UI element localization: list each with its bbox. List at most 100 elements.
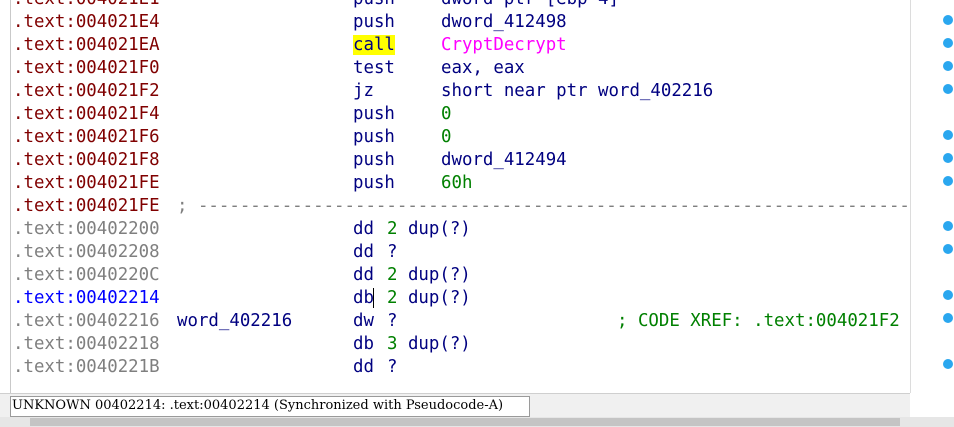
operands[interactable]: dword_412498 xyxy=(441,11,567,34)
mnemonic[interactable]: push xyxy=(353,11,395,34)
separator-comment: ; --------------------------------------… xyxy=(177,196,910,216)
text-cursor xyxy=(372,288,374,308)
mnemonic[interactable]: push xyxy=(353,103,395,126)
circle-dot-icon[interactable] xyxy=(943,130,953,140)
operands[interactable]: dword_412494 xyxy=(441,149,567,172)
mnemonic[interactable]: db xyxy=(353,333,374,356)
circle-dot-icon[interactable] xyxy=(943,84,953,94)
mnemonic[interactable]: push xyxy=(353,126,395,149)
operands[interactable]: ? xyxy=(387,310,397,333)
operand-token: 2 xyxy=(387,219,398,239)
operand-token: eax, eax xyxy=(441,58,525,78)
address-label[interactable]: .text:0040220C xyxy=(13,264,160,287)
address-label[interactable]: .text:004021F8 xyxy=(13,149,160,172)
address-label[interactable]: .text:004021F4 xyxy=(13,103,160,126)
circle-dot-icon[interactable] xyxy=(943,313,953,323)
address-label[interactable]: .text:0040221B xyxy=(13,356,160,379)
mnemonic[interactable]: test xyxy=(353,57,395,80)
mnemonic-text: dw xyxy=(353,311,374,331)
operands[interactable]: eax, eax xyxy=(441,57,525,80)
address-label[interactable]: .text:004021F0 xyxy=(13,57,160,80)
operand-token: dword ptr [ebp-4] xyxy=(441,0,619,9)
circle-dot-icon[interactable] xyxy=(943,221,953,231)
operands[interactable]: 2 dup(?) xyxy=(387,218,471,241)
operands[interactable]: 60h xyxy=(441,172,472,195)
circle-dot-icon[interactable] xyxy=(943,176,953,186)
mnemonic[interactable]: jz xyxy=(353,80,374,103)
mnemonic[interactable]: dd xyxy=(353,241,374,264)
mnemonic[interactable]: dd xyxy=(353,218,374,241)
operand-token: CryptDecrypt xyxy=(441,35,567,55)
mnemonic[interactable]: db xyxy=(353,287,374,310)
operand-token: dup(?) xyxy=(397,265,471,285)
address-label[interactable]: .text:004021EA xyxy=(13,34,160,57)
operand-token: 0 xyxy=(441,104,452,124)
circle-dot-icon[interactable] xyxy=(943,359,953,369)
circle-dot-icon[interactable] xyxy=(943,244,953,254)
circle-dot-icon[interactable] xyxy=(943,61,953,71)
mnemonic[interactable]: push xyxy=(353,0,395,11)
address-label[interactable]: .text:00402218 xyxy=(13,333,160,356)
operands[interactable]: 0 xyxy=(441,103,451,126)
status-text: UNKNOWN 00402214: .text:00402214 (Synchr… xyxy=(12,398,504,413)
operands[interactable]: 3 dup(?) xyxy=(387,333,471,356)
mnemonic-text: push xyxy=(353,104,395,124)
operand-token: dup(?) xyxy=(397,334,471,354)
address-label[interactable]: .text:00402208 xyxy=(13,241,160,264)
mnemonic[interactable]: push xyxy=(353,149,395,172)
xref-comment[interactable]: ; CODE XREF: .text:004021F2 xyxy=(617,310,900,333)
mnemonic-text: push xyxy=(353,173,395,193)
mnemonic-text: dd xyxy=(353,219,374,239)
operand-token: 2 xyxy=(387,265,398,285)
mnemonic-text: dd xyxy=(353,242,374,262)
mnemonic-text: push xyxy=(353,0,395,9)
status-bar: UNKNOWN 00402214: .text:00402214 (Synchr… xyxy=(0,393,910,418)
mnemonic[interactable]: call xyxy=(353,34,395,57)
mnemonic[interactable]: dw xyxy=(353,310,374,333)
mnemonic-text: push xyxy=(353,12,395,32)
mnemonic-text: db xyxy=(353,334,374,354)
mnemonic[interactable]: push xyxy=(353,172,395,195)
circle-dot-icon[interactable] xyxy=(943,15,953,25)
operand-token: ? xyxy=(387,311,398,331)
operands[interactable]: CryptDecrypt xyxy=(441,34,567,57)
mnemonic-text: call xyxy=(353,35,395,55)
operands[interactable]: short near ptr word_402216 xyxy=(441,80,713,103)
address-label[interactable]: .text:00402214 xyxy=(13,287,160,310)
operands[interactable]: ? xyxy=(387,241,397,264)
operands[interactable]: dword ptr [ebp-4] xyxy=(441,0,619,11)
mnemonic[interactable]: dd xyxy=(353,356,374,379)
graph-overview-strip[interactable] xyxy=(910,0,954,393)
mnemonic-text: dd xyxy=(353,265,374,285)
address-label[interactable]: .text:004021E4 xyxy=(13,11,160,34)
operands[interactable]: ? xyxy=(387,356,397,379)
operand-token: dword_412494 xyxy=(441,150,567,170)
mnemonic[interactable]: dd xyxy=(353,264,374,287)
operands[interactable]: 2 dup(?) xyxy=(387,287,471,310)
address-label[interactable]: .text:004021FE xyxy=(13,195,160,218)
operand-token: ? xyxy=(387,357,398,377)
operand-token: dup(?) xyxy=(397,288,471,308)
address-label[interactable]: .text:004021F6 xyxy=(13,126,160,149)
operands[interactable]: 0 xyxy=(441,126,451,149)
scrollbar-thumb[interactable] xyxy=(30,418,900,426)
operands[interactable]: 2 dup(?) xyxy=(387,264,471,287)
disassembly-view[interactable]: .text:004021E1 push dword ptr [ebp-4] .text… xyxy=(0,0,910,393)
address-label[interactable]: .text:004021F2 xyxy=(13,80,160,103)
horizontal-scrollbar[interactable] xyxy=(0,417,954,427)
operand-token: 0 xyxy=(441,127,452,147)
address-label[interactable]: .text:00402200 xyxy=(13,218,160,241)
address-label[interactable]: .text:00402216 xyxy=(13,310,160,333)
symbol-label[interactable]: word_402216 xyxy=(177,310,292,333)
operand-token: 2 xyxy=(387,288,398,308)
operand-token: short near ptr word_402216 xyxy=(441,81,714,101)
operand-token: 60h xyxy=(441,173,473,193)
operand-token: dup(?) xyxy=(397,219,471,239)
operand-token: 3 xyxy=(387,334,398,354)
circle-dot-icon[interactable] xyxy=(943,153,953,163)
address-label[interactable]: .text:004021FE xyxy=(13,172,160,195)
circle-dot-icon[interactable] xyxy=(943,290,953,300)
circle-dot-icon[interactable] xyxy=(943,38,953,48)
address-label[interactable]: .text:004021E1 xyxy=(13,0,160,11)
mnemonic-text: db xyxy=(353,288,374,308)
